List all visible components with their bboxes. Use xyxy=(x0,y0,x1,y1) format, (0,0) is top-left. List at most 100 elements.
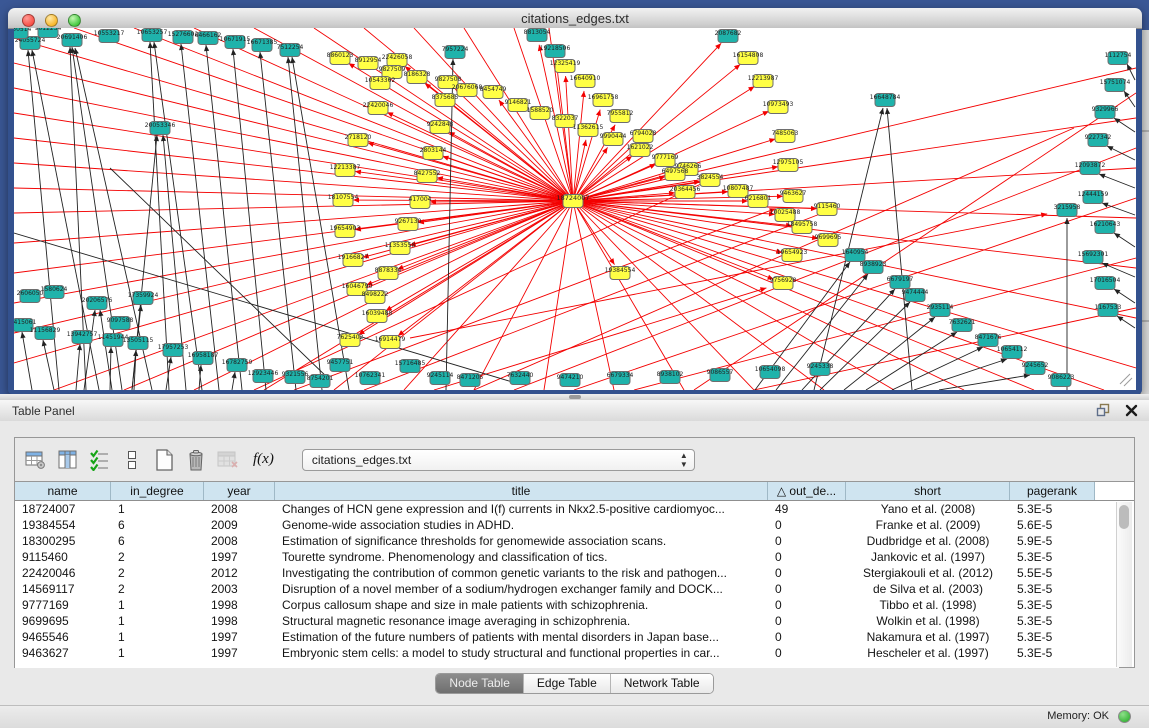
svg-text:22420046: 22420046 xyxy=(363,102,394,109)
table-cell-name: 18724007 xyxy=(15,501,111,517)
svg-text:16914479: 16914479 xyxy=(375,336,406,343)
table-row[interactable]: 1456911722003Disruption of a novel membe… xyxy=(15,581,1119,597)
column-header-in_degree[interactable]: in_degree xyxy=(111,482,204,500)
svg-text:8498222: 8498222 xyxy=(362,291,389,298)
table-cell-out_de: 0 xyxy=(768,629,846,645)
table-row[interactable]: 1830029562008Estimation of significance … xyxy=(15,533,1119,549)
svg-text:9756928: 9756928 xyxy=(770,277,797,284)
network-canvas[interactable]: 2405572420691406105532171065325715276602… xyxy=(14,28,1136,390)
delete-table-icon[interactable] xyxy=(215,447,241,473)
function-builder-icon[interactable]: f(x) xyxy=(253,451,274,468)
svg-text:18724007: 18724007 xyxy=(556,194,589,202)
svg-text:12213387: 12213387 xyxy=(330,164,361,171)
column-header-out_de[interactable]: △ out_de... xyxy=(768,482,846,500)
table-body: 1872400712008Changes of HCN gene express… xyxy=(15,501,1119,668)
table-row[interactable]: 1872400712008Changes of HCN gene express… xyxy=(15,501,1119,517)
table-cell-in_degree: 1 xyxy=(111,629,204,645)
table-vertical-scrollbar[interactable] xyxy=(1116,502,1132,667)
table-row[interactable]: 2242004622012Investigating the contribut… xyxy=(15,565,1119,581)
svg-text:10654112: 10654112 xyxy=(997,346,1028,353)
svg-text:19384554: 19384554 xyxy=(605,267,636,274)
table-cell-pagerank: 5.3E-5 xyxy=(1010,597,1095,613)
table-cell-year: 2008 xyxy=(204,533,275,549)
column-header-short[interactable]: short xyxy=(846,482,1010,500)
tab-network-table[interactable]: Network Table xyxy=(611,674,713,693)
svg-text:20206576: 20206576 xyxy=(82,297,113,304)
column-select-icon[interactable] xyxy=(55,447,81,473)
table-cell-name: 9699695 xyxy=(15,613,111,629)
svg-text:7957224: 7957224 xyxy=(442,46,469,53)
table-cell-year: 2003 xyxy=(204,581,275,597)
svg-text:15716485: 15716485 xyxy=(395,360,426,367)
table-cell-short: Dudbridge et al. (2008) xyxy=(846,533,1010,549)
svg-text:20676068: 20676068 xyxy=(452,84,483,91)
svg-text:9329966: 9329966 xyxy=(1092,106,1119,113)
table-cell-year: 2012 xyxy=(204,565,275,581)
svg-text:18107554: 18107554 xyxy=(328,194,359,201)
table-cell-out_de: 0 xyxy=(768,533,846,549)
table-cell-title: Estimation of significance thresholds fo… xyxy=(275,533,768,549)
svg-text:9097588: 9097588 xyxy=(107,317,134,324)
svg-text:3824554: 3824554 xyxy=(697,174,724,181)
svg-text:8454749: 8454749 xyxy=(480,86,507,93)
delete-column-icon[interactable] xyxy=(183,447,209,473)
table-selector-dropdown[interactable]: citations_edges.txt ▲▼ xyxy=(302,449,695,471)
splitter-handle[interactable] xyxy=(569,395,581,399)
checklist-icon[interactable] xyxy=(87,447,113,473)
tab-node-table[interactable]: Node Table xyxy=(436,674,524,693)
table-row[interactable]: 977716911998Corpus callosum shape and si… xyxy=(15,597,1119,613)
svg-text:10025488: 10025488 xyxy=(770,209,801,216)
tab-edge-table[interactable]: Edge Table xyxy=(524,674,611,693)
table-cell-title: Tourette syndrome. Phenomenology and cla… xyxy=(275,549,768,565)
table-cell-in_degree: 1 xyxy=(111,645,204,661)
row-height-icon[interactable] xyxy=(119,447,145,473)
table-cell-out_de: 0 xyxy=(768,597,846,613)
svg-text:12093872: 12093872 xyxy=(1075,162,1106,169)
table-cell-short: Hescheler et al. (1997) xyxy=(846,645,1010,661)
svg-text:9086223: 9086223 xyxy=(1048,374,1075,381)
svg-text:7955812: 7955812 xyxy=(607,110,634,117)
table-cell-title: Structural magnetic resonance image aver… xyxy=(275,613,768,629)
float-panel-icon[interactable] xyxy=(1095,402,1111,418)
svg-text:12444159: 12444159 xyxy=(1078,191,1109,198)
table-row[interactable]: 946554611997Estimation of the future num… xyxy=(15,629,1119,645)
svg-text:9146821: 9146821 xyxy=(505,99,532,106)
column-header-title[interactable]: title xyxy=(275,482,768,500)
window-titlebar[interactable]: citations_edges.txt xyxy=(8,8,1142,29)
column-header-year[interactable]: year xyxy=(204,482,275,500)
svg-text:13942757: 13942757 xyxy=(67,331,98,338)
table-row[interactable]: 1938455462009Genome-wide association stu… xyxy=(15,517,1119,533)
svg-text:9245114: 9245114 xyxy=(427,372,454,379)
table-cell-short: Nakamura et al. (1997) xyxy=(846,629,1010,645)
svg-text:15692301: 15692301 xyxy=(1078,251,1109,258)
svg-text:13505115: 13505115 xyxy=(123,337,154,344)
memory-status-indicator xyxy=(1118,710,1131,723)
svg-text:9321556: 9321556 xyxy=(282,371,309,378)
svg-text:9827509: 9827509 xyxy=(379,66,406,73)
svg-text:11353558: 11353558 xyxy=(385,242,416,249)
table-row[interactable]: 946362711997Embryonic stem cells: a mode… xyxy=(15,645,1119,661)
table-panel-body: f(x) citations_edges.txt ▲▼ namein_degre… xyxy=(0,421,1149,705)
table-tabs: Node Table Edge Table Network Table xyxy=(0,673,1149,697)
panel-edge-notch xyxy=(1141,130,1149,132)
close-panel-icon[interactable] xyxy=(1123,402,1139,418)
svg-text:3215958: 3215958 xyxy=(1054,204,1081,211)
column-header-pagerank[interactable]: pagerank xyxy=(1010,482,1095,500)
table-cell-in_degree: 1 xyxy=(111,613,204,629)
svg-text:19218506: 19218506 xyxy=(540,45,571,52)
svg-text:9463627: 9463627 xyxy=(780,190,807,197)
svg-text:6497568: 6497568 xyxy=(662,168,689,175)
svg-text:8375685: 8375685 xyxy=(432,94,459,101)
svg-text:9115460: 9115460 xyxy=(814,203,841,210)
table-settings-icon[interactable] xyxy=(23,447,49,473)
svg-text:8878334: 8878334 xyxy=(375,267,402,274)
table-row[interactable]: 969969511998Structural magnetic resonanc… xyxy=(15,613,1119,629)
svg-text:10654098: 10654098 xyxy=(755,366,786,373)
table-row[interactable]: 911546021997Tourette syndrome. Phenomeno… xyxy=(15,549,1119,565)
svg-text:8186328: 8186328 xyxy=(404,71,431,78)
scrollbar-thumb[interactable] xyxy=(1119,505,1129,529)
table-cell-in_degree: 1 xyxy=(111,597,204,613)
column-header-name[interactable]: name xyxy=(15,482,111,500)
table-cell-pagerank: 5.5E-5 xyxy=(1010,565,1095,581)
new-table-icon[interactable] xyxy=(151,447,177,473)
